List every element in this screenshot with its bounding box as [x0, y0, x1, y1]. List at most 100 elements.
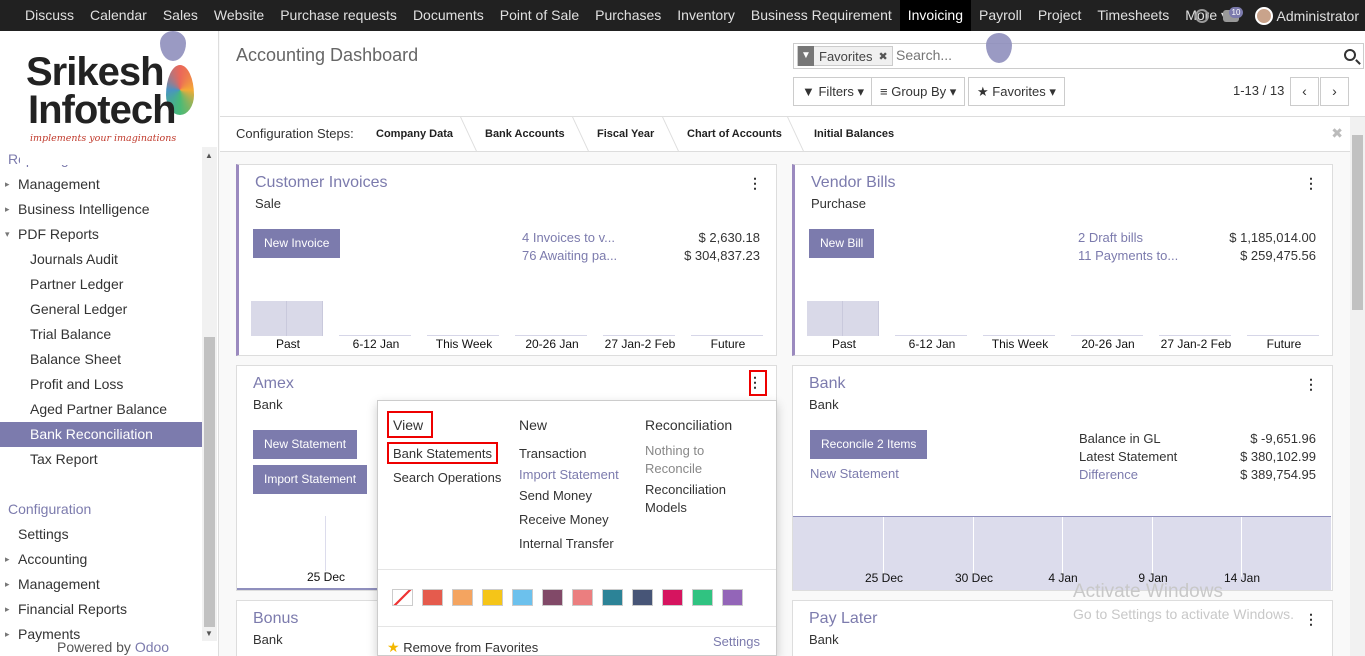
group-by-button[interactable]: ≡ Group By ▾	[871, 77, 966, 106]
sidebar-item-blank[interactable]	[0, 472, 202, 497]
menu-item-business-requirement[interactable]: Business Requirement	[743, 0, 900, 31]
config-step-company-data[interactable]: Company Data	[376, 128, 453, 140]
sidebar-item-journals-audit[interactable]: Journals Audit	[0, 247, 202, 272]
card-title[interactable]: Pay Later	[809, 610, 877, 628]
search-operations-menu-item[interactable]: Search Operations	[393, 470, 501, 485]
pager-value[interactable]: 1-13 / 13	[1233, 83, 1284, 98]
color-swatch[interactable]	[452, 589, 473, 606]
config-step-fiscal-year[interactable]: Fiscal Year	[597, 128, 654, 140]
card-title[interactable]: Vendor Bills	[811, 174, 896, 192]
favorites-button[interactable]: ★ Favorites ▾	[968, 77, 1065, 106]
menu-item-discuss[interactable]: Discuss	[17, 0, 82, 31]
reconcile-items-button[interactable]: Reconcile 2 Items	[810, 430, 928, 459]
config-step-initial-balances[interactable]: Initial Balances	[814, 128, 894, 140]
menu-item-website[interactable]: Website	[206, 0, 272, 31]
color-swatch[interactable]	[572, 589, 593, 606]
sidebar-item-tax-report[interactable]: Tax Report	[0, 447, 202, 472]
sidebar-item-trial-balance[interactable]: Trial Balance	[0, 322, 202, 347]
menu-item-purchase-requests[interactable]: Purchase requests	[272, 0, 405, 31]
new-transaction-menu-item[interactable]: Transaction	[519, 446, 586, 461]
chart-bar[interactable]	[1159, 335, 1231, 336]
sidebar-item-bank-reconciliation[interactable]: Bank Reconciliation	[0, 422, 202, 447]
pager-previous-button[interactable]: ‹	[1290, 77, 1319, 106]
new-statement-button[interactable]: New Statement	[253, 430, 358, 459]
new-statement-link[interactable]: New Statement	[810, 466, 899, 481]
chart-bar[interactable]	[287, 301, 323, 336]
sidebar-item-profit-and-loss[interactable]: Profit and Loss	[0, 372, 202, 397]
chart-bar[interactable]	[983, 335, 1055, 336]
chart-bar[interactable]	[515, 335, 587, 336]
menu-item-project[interactable]: Project	[1030, 0, 1090, 31]
menu-item-sales[interactable]: Sales	[155, 0, 206, 31]
chart-bar[interactable]	[807, 301, 843, 336]
color-swatch[interactable]	[632, 589, 653, 606]
menu-item-calendar[interactable]: Calendar	[82, 0, 155, 31]
menu-item-invoicing[interactable]: Invoicing	[899, 0, 972, 31]
difference-link[interactable]: Difference	[1079, 467, 1138, 482]
menu-item-payroll[interactable]: Payroll	[971, 0, 1030, 31]
color-swatch[interactable]	[662, 589, 683, 606]
chart-bar[interactable]	[1071, 335, 1143, 336]
menu-item-point-of-sale[interactable]: Point of Sale	[492, 0, 587, 31]
chart-bar[interactable]	[339, 335, 411, 336]
chart-bar[interactable]	[843, 301, 879, 336]
scroll-up-icon[interactable]: ▲	[205, 151, 213, 160]
main-scrollbar[interactable]	[1350, 117, 1365, 656]
odoo-link[interactable]: Odoo	[135, 639, 169, 655]
card-title[interactable]: Bonus	[253, 610, 298, 628]
sidebar-item-balance-sheet[interactable]: Balance Sheet	[0, 347, 202, 372]
config-step-bank-accounts[interactable]: Bank Accounts	[485, 128, 565, 140]
sidebar-item-accounting[interactable]: ▸ Accounting	[0, 547, 202, 572]
search-input[interactable]	[896, 47, 1316, 63]
menu-item-purchases[interactable]: Purchases	[587, 0, 669, 31]
kebab-menu-icon[interactable]: ⋮	[748, 175, 762, 192]
settings-link[interactable]: Settings	[713, 634, 760, 649]
chat-icon[interactable]: 10	[1222, 6, 1244, 22]
internal-transfer-menu-item[interactable]: Internal Transfer	[519, 536, 614, 551]
activity-clock-icon[interactable]	[1194, 8, 1209, 23]
invoices-to-validate-link[interactable]: 4 Invoices to v...	[522, 230, 615, 245]
import-statement-button[interactable]: Import Statement	[253, 465, 368, 494]
chart-bar[interactable]	[427, 335, 499, 336]
menu-item-documents[interactable]: Documents	[405, 0, 492, 31]
search-icon[interactable]	[1344, 49, 1356, 61]
chart-bar[interactable]	[603, 335, 675, 336]
menu-item-inventory[interactable]: Inventory	[669, 0, 743, 31]
user-menu[interactable]: Administrator	[1277, 8, 1359, 24]
color-swatch[interactable]	[692, 589, 713, 606]
remove-from-favorites-item[interactable]: ★ Remove from Favorites	[387, 639, 538, 656]
avatar[interactable]	[1254, 6, 1273, 25]
chart-bar[interactable]	[691, 335, 763, 336]
card-title[interactable]: Amex	[253, 375, 294, 393]
chart-bar[interactable]	[1247, 335, 1319, 336]
chart-bar[interactable]	[895, 335, 967, 336]
close-icon[interactable]: ✖	[1331, 125, 1343, 142]
menu-item-timesheets[interactable]: Timesheets	[1089, 0, 1177, 31]
color-swatch[interactable]	[722, 589, 743, 606]
reconciliation-models-line2[interactable]: Models	[645, 500, 687, 515]
sidebar-item-partner-ledger[interactable]: Partner Ledger	[0, 272, 202, 297]
color-swatch[interactable]	[422, 589, 443, 606]
sidebar-item-management[interactable]: ▸ Management	[0, 172, 202, 197]
scroll-down-icon[interactable]: ▼	[205, 629, 213, 638]
sidebar-item-settings[interactable]: Settings	[0, 522, 202, 547]
import-statement-menu-item[interactable]: Import Statement	[519, 467, 619, 482]
sidebar-scrollbar[interactable]: ▲ ▼	[202, 147, 217, 641]
awaiting-payment-link[interactable]: 76 Awaiting pa...	[522, 248, 617, 263]
sidebar-item-business-intelligence[interactable]: ▸ Business Intelligence	[0, 197, 202, 222]
sidebar-item-management[interactable]: ▸ Management	[0, 572, 202, 597]
pager-next-button[interactable]: ›	[1320, 77, 1349, 106]
reconciliation-models-line1[interactable]: Reconciliation	[645, 482, 726, 497]
search-bar[interactable]: ▼ Favorites ✖	[793, 43, 1364, 69]
sidebar-item-aged-partner-balance[interactable]: Aged Partner Balance	[0, 397, 202, 422]
draft-bills-link[interactable]: 2 Draft bills	[1078, 230, 1143, 245]
send-money-menu-item[interactable]: Send Money	[519, 488, 592, 503]
new-bill-button[interactable]: New Bill	[809, 229, 875, 258]
color-swatch[interactable]	[392, 589, 413, 606]
color-swatch[interactable]	[542, 589, 563, 606]
card-title[interactable]: Bank	[809, 375, 845, 393]
receive-money-menu-item[interactable]: Receive Money	[519, 512, 609, 527]
kebab-menu-icon[interactable]: ⋮	[1304, 376, 1318, 393]
sidebar-item-financial-reports[interactable]: ▸ Financial Reports	[0, 597, 202, 622]
sidebar-item-general-ledger[interactable]: General Ledger	[0, 297, 202, 322]
